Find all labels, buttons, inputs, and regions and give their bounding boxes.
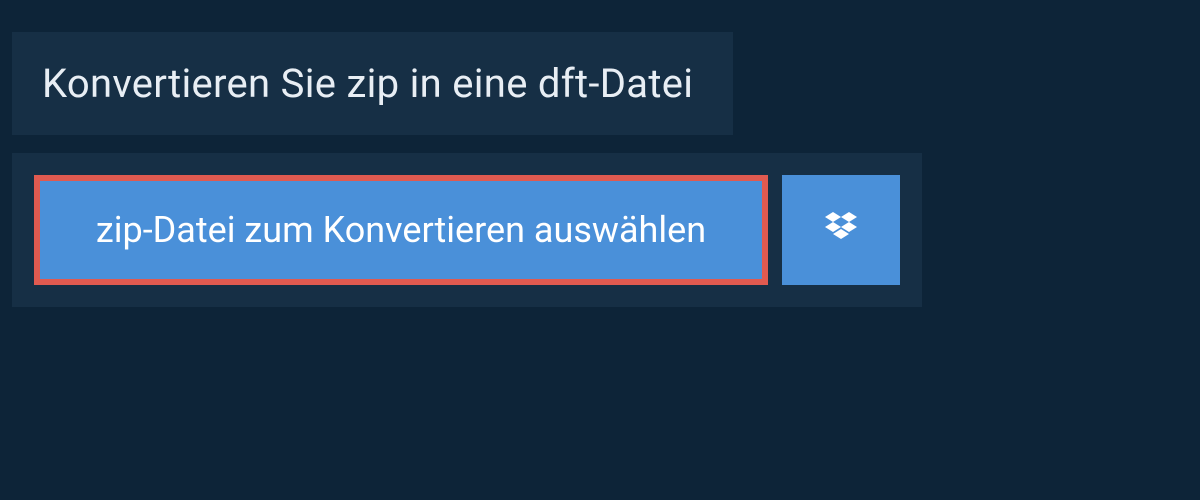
upload-section: zip-Datei zum Konvertieren auswählen xyxy=(12,153,922,307)
page-title: Konvertieren Sie zip in eine dft-Datei xyxy=(42,60,693,107)
select-file-label: zip-Datei zum Konvertieren auswählen xyxy=(96,209,706,251)
dropbox-button[interactable] xyxy=(782,175,900,285)
select-file-button[interactable]: zip-Datei zum Konvertieren auswählen xyxy=(34,175,768,285)
header-bar: Konvertieren Sie zip in eine dft-Datei xyxy=(12,32,733,135)
dropbox-icon xyxy=(821,208,861,252)
